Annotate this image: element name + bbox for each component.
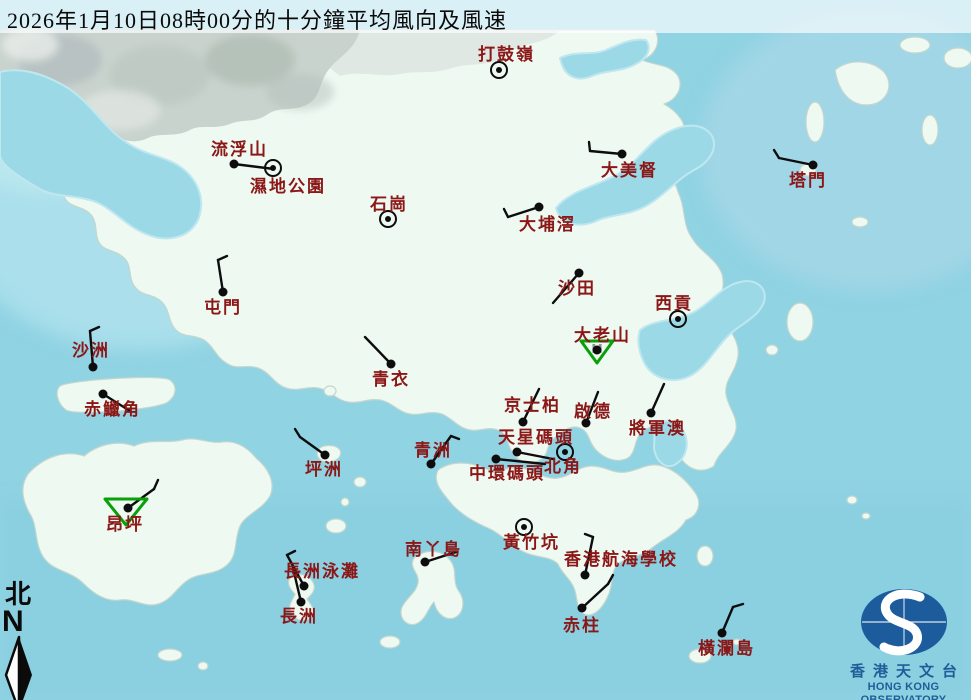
station-dot bbox=[297, 598, 306, 607]
station-label: 濕地公園 bbox=[250, 178, 326, 195]
station-label: 黃竹坑 bbox=[503, 534, 560, 551]
station-dot bbox=[519, 418, 528, 427]
station-label: 打鼓嶺 bbox=[478, 46, 535, 63]
hko-logo-block: 香港天文台 HONG KONG OBSERVATORY bbox=[838, 584, 969, 700]
station-dot bbox=[618, 150, 627, 159]
wind-map-screenshot: M 打鼓嶺流浮山濕地公園石崗大美督塔門大埔滘沙田西貢大老山屯門沙洲赤鱲角青衣青洲… bbox=[0, 0, 971, 700]
map-title: 2026年1月10日08時00分的十分鐘平均風向及風速 bbox=[7, 3, 507, 35]
station-label: 沙洲 bbox=[72, 342, 110, 359]
station-label: 青洲 bbox=[414, 442, 452, 459]
station-label: 天星碼頭 bbox=[498, 429, 574, 446]
station-dot bbox=[427, 460, 436, 469]
station-label: 長洲 bbox=[280, 608, 318, 625]
station-label: 北角 bbox=[544, 458, 582, 475]
station-dot bbox=[387, 360, 396, 369]
title-bar: 2026年1月10日08時00分的十分鐘平均風向及風速 bbox=[0, 0, 971, 33]
station-label: 將軍澳 bbox=[629, 420, 686, 437]
station-label: 沙田 bbox=[558, 280, 596, 297]
station-label: 橫瀾島 bbox=[698, 640, 755, 657]
station-dot bbox=[809, 161, 818, 170]
station-dot bbox=[124, 504, 133, 513]
station-label: 京士柏 bbox=[504, 397, 561, 414]
station-dot bbox=[575, 269, 584, 278]
station-label: 大埔滘 bbox=[519, 216, 576, 233]
station-label: 中環碼頭 bbox=[469, 465, 545, 482]
station-label: 啟德 bbox=[574, 403, 612, 420]
station-label: 西貢 bbox=[655, 295, 693, 312]
station-label: 大美督 bbox=[601, 162, 658, 179]
station-label: 石崗 bbox=[370, 196, 408, 213]
station-label: 南丫島 bbox=[405, 541, 462, 558]
station-dot bbox=[578, 604, 587, 613]
hko-logo-icon bbox=[842, 584, 966, 660]
hko-en-name: HONG KONG OBSERVATORY bbox=[838, 681, 969, 700]
station-label: 屯門 bbox=[204, 299, 242, 316]
station-label: 塔門 bbox=[789, 172, 827, 189]
station-dot bbox=[321, 451, 330, 460]
station-label: 大老山 bbox=[574, 327, 631, 344]
station-dot bbox=[492, 455, 501, 464]
station-label: 流浮山 bbox=[211, 141, 268, 158]
station-dot bbox=[535, 203, 544, 212]
station-label: 香港航海學校 bbox=[564, 551, 678, 568]
station-label: 赤鱲角 bbox=[84, 401, 141, 418]
station-layer: 打鼓嶺流浮山濕地公園石崗 大美督塔門大埔滘沙田西貢大老山 屯門沙洲赤鱲角 青衣青洲 京士… bbox=[0, 0, 971, 700]
hko-cjk-name: 香港天文台 bbox=[838, 663, 969, 681]
calm-wind-symbol bbox=[264, 159, 282, 177]
north-indicator: 北 N bbox=[2, 582, 42, 700]
station-dot bbox=[718, 629, 727, 638]
station-dot bbox=[593, 346, 602, 355]
station-dot bbox=[89, 363, 98, 372]
station-label: 長洲泳灘 bbox=[284, 563, 360, 580]
station-label: 青衣 bbox=[372, 371, 410, 388]
station-label: 昂坪 bbox=[106, 516, 144, 533]
station-dot bbox=[513, 448, 522, 457]
station-dot bbox=[581, 571, 590, 580]
station-label: 赤柱 bbox=[563, 617, 601, 634]
station-label: 坪洲 bbox=[305, 461, 343, 478]
station-dot bbox=[99, 390, 108, 399]
compass-needle-icon bbox=[2, 635, 36, 700]
north-letter-label: N bbox=[2, 608, 42, 635]
station-dot bbox=[647, 409, 656, 418]
station-dot bbox=[219, 288, 228, 297]
station-dot bbox=[300, 582, 309, 591]
station-dot bbox=[230, 160, 239, 169]
